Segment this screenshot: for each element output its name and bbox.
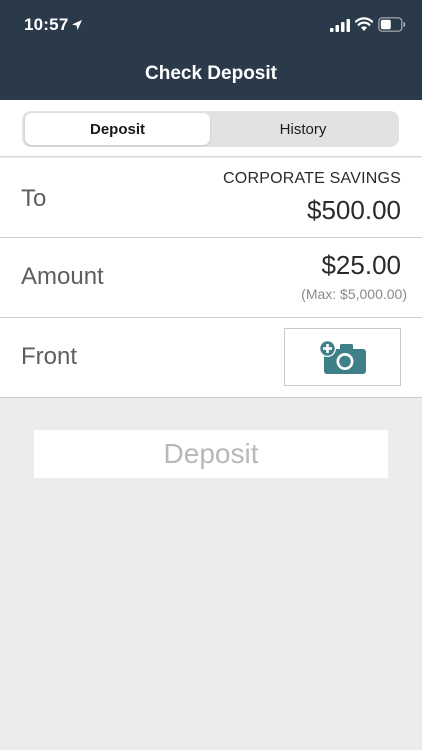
deposit-button[interactable]: Deposit [34, 430, 388, 478]
front-image-row: Front [0, 318, 422, 398]
capture-front-button[interactable] [284, 328, 401, 386]
battery-icon [378, 17, 406, 32]
app-header: 10:57 Check Deposit [0, 0, 422, 100]
tab-bar: Deposit History [0, 100, 422, 157]
to-account-row[interactable]: To CORPORATE SAVINGS $500.00 [0, 158, 422, 238]
tab-history[interactable]: History [210, 113, 396, 145]
segmented-control: Deposit History [22, 111, 399, 147]
wifi-icon [355, 17, 373, 31]
signal-icon [330, 19, 350, 32]
tab-deposit[interactable]: Deposit [25, 113, 210, 145]
add-camera-icon [318, 340, 366, 374]
page-title: Check Deposit [145, 63, 277, 84]
to-label: To [21, 185, 47, 212]
account-name: CORPORATE SAVINGS [223, 170, 401, 187]
front-label: Front [21, 343, 78, 370]
location-arrow-icon [72, 20, 82, 30]
amount-label: Amount [21, 263, 104, 290]
status-time: 10:57 [24, 15, 69, 34]
amount-max-hint: (Max: $5,000.00) [301, 286, 407, 302]
status-bar: 10:57 [0, 0, 422, 50]
account-balance: $500.00 [307, 195, 401, 225]
amount-row[interactable]: Amount $25.00 (Max: $5,000.00) [0, 238, 422, 318]
amount-value: $25.00 [321, 250, 401, 280]
